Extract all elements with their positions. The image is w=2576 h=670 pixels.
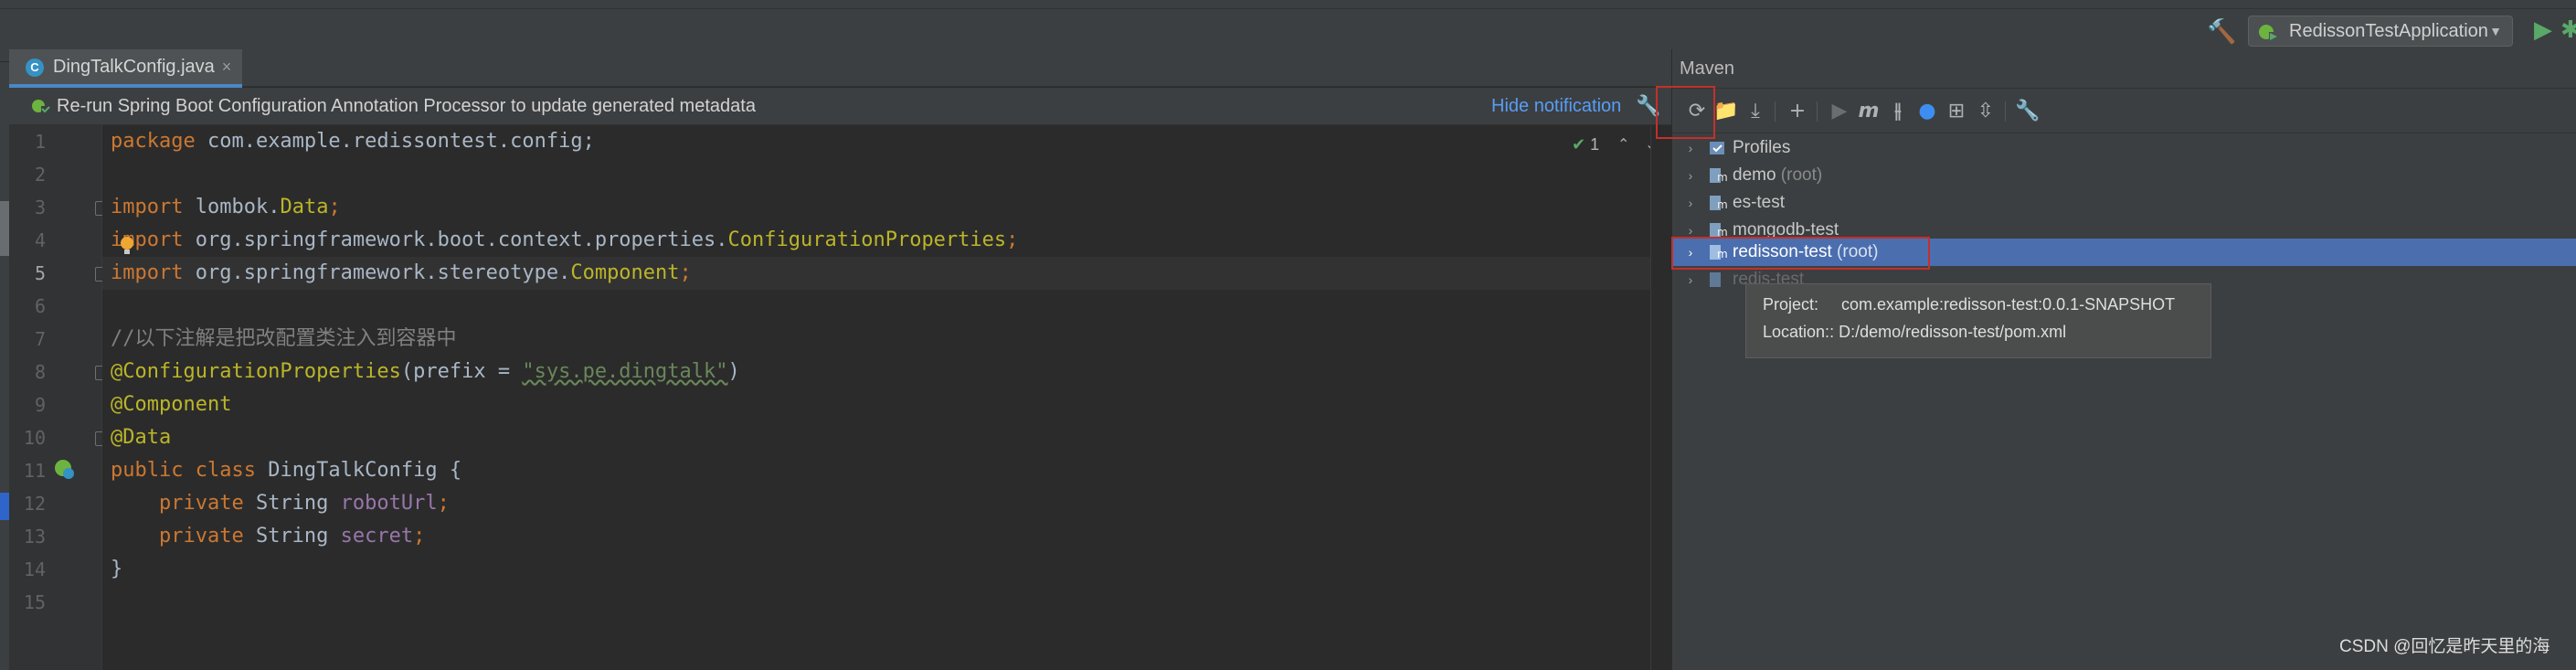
code-line-1: package com.example.redissontest.config;	[111, 130, 595, 153]
run-configuration-select[interactable]: RedissonTestApplication ▼	[2248, 16, 2513, 47]
line-number: 6	[34, 295, 46, 317]
panel-marker	[0, 201, 9, 256]
spring-bean-icon[interactable]	[53, 458, 75, 480]
tab-label: DingTalkConfig.java	[53, 57, 215, 77]
panel-title: Maven	[1680, 58, 1735, 79]
tab-dingtalkconfig[interactable]: C DingTalkConfig.java ×	[9, 49, 242, 88]
line-number: 2	[34, 164, 46, 186]
line-number: 13	[23, 526, 46, 548]
tooltip-project-line: Project: com.example:redisson-test:0.0.1-…	[1763, 295, 2176, 314]
play-icon[interactable]: ▶	[2529, 16, 2557, 44]
skip-tests-icon[interactable]: ●	[1913, 98, 1941, 125]
code-line-4: import org.springframework.boot.context.…	[111, 229, 1019, 251]
line-number: 1	[34, 131, 46, 153]
code-line-12: private String robotUrl;	[111, 492, 450, 515]
code-line-5-wrap: import org.springframework.stereotype.Co…	[102, 257, 1650, 290]
svg-text:m: m	[1717, 198, 1727, 211]
separator	[2005, 101, 2006, 122]
project-panel-edge	[0, 62, 9, 670]
separator	[1775, 101, 1776, 122]
code-editor[interactable]: package com.example.redissontest.config;…	[102, 125, 1650, 670]
hammer-icon[interactable]: 🔨	[2207, 18, 2236, 46]
check-icon: ✔	[1572, 135, 1586, 154]
line-number: 4	[34, 229, 46, 251]
maven-module-icon: m	[1710, 196, 1727, 211]
tree-item-label: es-test	[1733, 193, 1786, 212]
code-line-5: import org.springframework.stereotype.Co…	[111, 261, 692, 284]
code-line-9: @Component	[111, 393, 232, 416]
line-number: 8	[34, 361, 46, 383]
inspection-status[interactable]: ✔ 1	[1572, 132, 1599, 157]
editor-gutter: 1 2 3 4 5 6 7 8 9 10 11 12 13 14 15	[9, 125, 110, 670]
watermark: CSDN @回忆是昨天里的海	[2339, 637, 2550, 656]
lightbulb-icon[interactable]	[119, 236, 135, 256]
menu-strip	[0, 0, 2576, 9]
highlight-box	[1671, 237, 1930, 270]
code-line-13: private String secret;	[111, 525, 426, 548]
line-number: 9	[34, 394, 46, 416]
maven-tool-window: Maven ⟳ 📁 ⤓ + ▶ m ⫲ ● ⊞ ⇳ 🔧 › Profiles ›…	[1671, 49, 2576, 670]
chevron-up-icon[interactable]: ⌃	[1617, 132, 1636, 157]
line-number: 3	[34, 197, 46, 218]
tree-item-label: Profiles	[1733, 138, 1791, 157]
chevron-down-icon: ▼	[2489, 24, 2502, 38]
code-line-14: }	[111, 558, 123, 580]
spring-boot-icon	[32, 100, 50, 114]
line-number: 15	[23, 591, 46, 613]
editor-scrollbar[interactable]	[1650, 125, 1670, 670]
download-icon[interactable]: ⤓	[1742, 98, 1769, 125]
code-line-8: @ConfigurationProperties(prefix = "sys.p…	[111, 360, 740, 383]
chevron-right-icon[interactable]: ›	[1681, 266, 1700, 293]
collapse-all-icon[interactable]: ⇳	[1972, 98, 1999, 125]
maven-toolbar: ⟳ 📁 ⤓ + ▶ m ⫲ ● ⊞ ⇳ 🔧	[1672, 88, 2576, 133]
editor-tab-bar	[9, 49, 1671, 87]
code-line-11: public class DingTalkConfig {	[111, 459, 462, 482]
line-number: 12	[23, 493, 46, 515]
show-dependencies-icon[interactable]: ⊞	[1943, 98, 1970, 125]
panel-marker	[0, 493, 9, 520]
run-configuration-label: RedissonTestApplication	[2289, 21, 2488, 41]
separator	[1817, 101, 1818, 122]
chevron-right-icon[interactable]: ›	[1681, 162, 1700, 189]
code-line-10: @Data	[111, 426, 172, 449]
code-line-7: //以下注解是把改配置类注入到容器中	[111, 327, 457, 350]
close-icon[interactable]: ×	[217, 49, 236, 84]
toggle-offline-icon[interactable]: ⫲	[1884, 98, 1912, 125]
code-line-3: import lombok.Data;	[111, 196, 341, 218]
spring-boot-icon	[2259, 25, 2277, 40]
line-number: 10	[23, 427, 46, 449]
wrench-icon[interactable]: 🔧	[1636, 95, 1660, 117]
inspection-count: 1	[1590, 135, 1600, 154]
notification-text: Re-run Spring Boot Configuration Annotat…	[57, 96, 756, 116]
maven-module-icon: m	[1710, 168, 1727, 184]
project-tooltip: Project: com.example:redisson-test:0.0.1-…	[1745, 283, 2211, 358]
hide-notification-link[interactable]: Hide notification	[1491, 88, 1621, 124]
tree-item-es-test[interactable]: › m es-test	[1672, 189, 2576, 217]
tree-item-label: demo (root)	[1733, 165, 1823, 185]
tooltip-location-line: Location:: D:/demo/redisson-test/pom.xml	[1763, 323, 2067, 341]
line-number: 5	[34, 262, 46, 284]
line-number: 7	[34, 328, 46, 350]
line-number: 11	[23, 460, 46, 482]
add-maven-project-icon[interactable]: 📁	[1712, 98, 1740, 125]
bug-icon[interactable]: ✱	[2560, 16, 2576, 44]
line-number: 14	[23, 558, 46, 580]
profiles-icon	[1710, 142, 1724, 154]
chevron-right-icon[interactable]: ›	[1681, 189, 1700, 217]
plus-icon[interactable]: +	[1784, 98, 1811, 125]
tree-item-demo[interactable]: › m demo (root)	[1672, 162, 2576, 189]
settings-icon[interactable]: 🔧	[2014, 98, 2041, 125]
svg-text:m: m	[1717, 171, 1727, 184]
notification-bar: Re-run Spring Boot Configuration Annotat…	[9, 88, 1671, 125]
highlight-box	[1656, 86, 1715, 139]
execute-goal-icon[interactable]: m	[1855, 98, 1882, 125]
java-class-icon: C	[26, 58, 44, 77]
maven-module-icon	[1710, 272, 1721, 287]
tree-item-profiles[interactable]: › Profiles	[1672, 134, 2576, 162]
run-icon[interactable]: ▶	[1826, 98, 1853, 125]
